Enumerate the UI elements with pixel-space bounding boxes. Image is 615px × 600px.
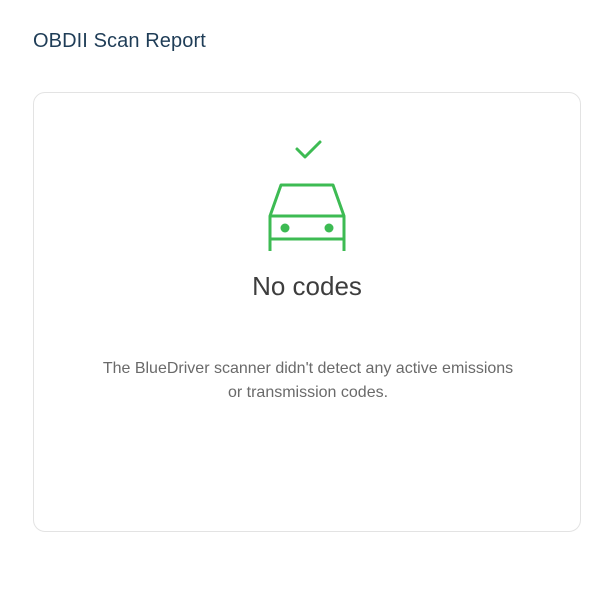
headlight-left bbox=[280, 223, 290, 233]
headlight-right bbox=[324, 223, 334, 233]
checkmark-icon bbox=[295, 140, 322, 159]
page-title: OBDII Scan Report bbox=[33, 30, 206, 52]
empty-state-title: No codes bbox=[252, 271, 362, 301]
no-codes-card: No codes The BlueDriver scanner didn't d… bbox=[33, 92, 581, 532]
car-check-icon bbox=[268, 140, 346, 251]
car-body bbox=[268, 183, 346, 251]
empty-state-description: The BlueDriver scanner didn't detect any… bbox=[102, 360, 514, 401]
